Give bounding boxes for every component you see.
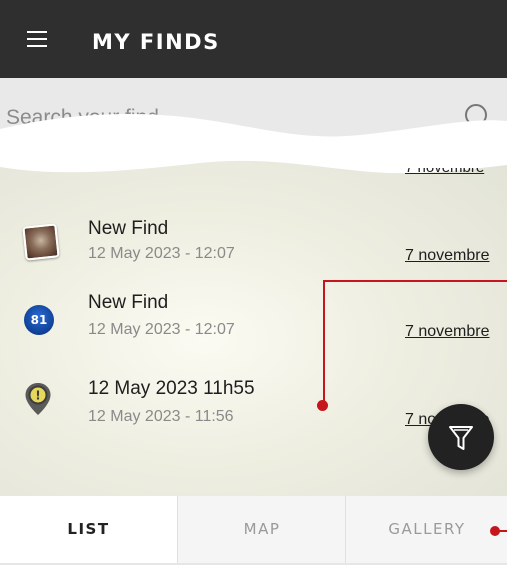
item-subtitle: 12 May 2023 - 11:56 xyxy=(88,408,234,425)
page-title: MY FINDS xyxy=(92,30,220,54)
annotation-line xyxy=(323,280,507,282)
annotation-line xyxy=(323,280,325,406)
torn-edge-decoration xyxy=(0,114,507,174)
list-item[interactable]: New Find 12 May 2023 - 12:07 7 novembre xyxy=(0,212,507,272)
tab-gallery[interactable]: GALLERY xyxy=(345,496,507,563)
item-title: 12 May 2023 11h55 xyxy=(88,378,255,399)
app-bar: MY FINDS xyxy=(0,0,507,78)
item-subtitle: 12 May 2023 - 12:07 xyxy=(88,321,235,338)
item-title: New Find xyxy=(88,292,169,313)
tab-list[interactable]: LIST xyxy=(0,496,177,563)
bottom-tabs: LIST MAP GALLERY xyxy=(0,496,507,565)
photo-thumbnail-icon xyxy=(22,223,60,261)
cutoff-date-link[interactable]: 7 novembre xyxy=(405,168,507,178)
annotation-line xyxy=(499,530,507,532)
map-pin-icon: ! xyxy=(24,382,52,415)
menu-icon[interactable] xyxy=(27,31,47,47)
list-item[interactable]: 81 New Find 12 May 2023 - 12:07 7 novemb… xyxy=(0,288,507,348)
annotation-dot xyxy=(317,400,328,411)
svg-text:!: ! xyxy=(35,389,40,403)
item-date-link[interactable]: 7 novembre xyxy=(405,323,490,341)
badge-81-icon: 81 xyxy=(24,305,54,335)
item-date-link[interactable]: 7 novembre xyxy=(405,247,490,265)
item-subtitle: 12 May 2023 - 12:07 xyxy=(88,245,235,262)
filter-icon xyxy=(449,426,473,450)
tab-map[interactable]: MAP xyxy=(177,496,346,563)
filter-button[interactable] xyxy=(428,404,494,470)
item-title: New Find xyxy=(88,218,169,239)
